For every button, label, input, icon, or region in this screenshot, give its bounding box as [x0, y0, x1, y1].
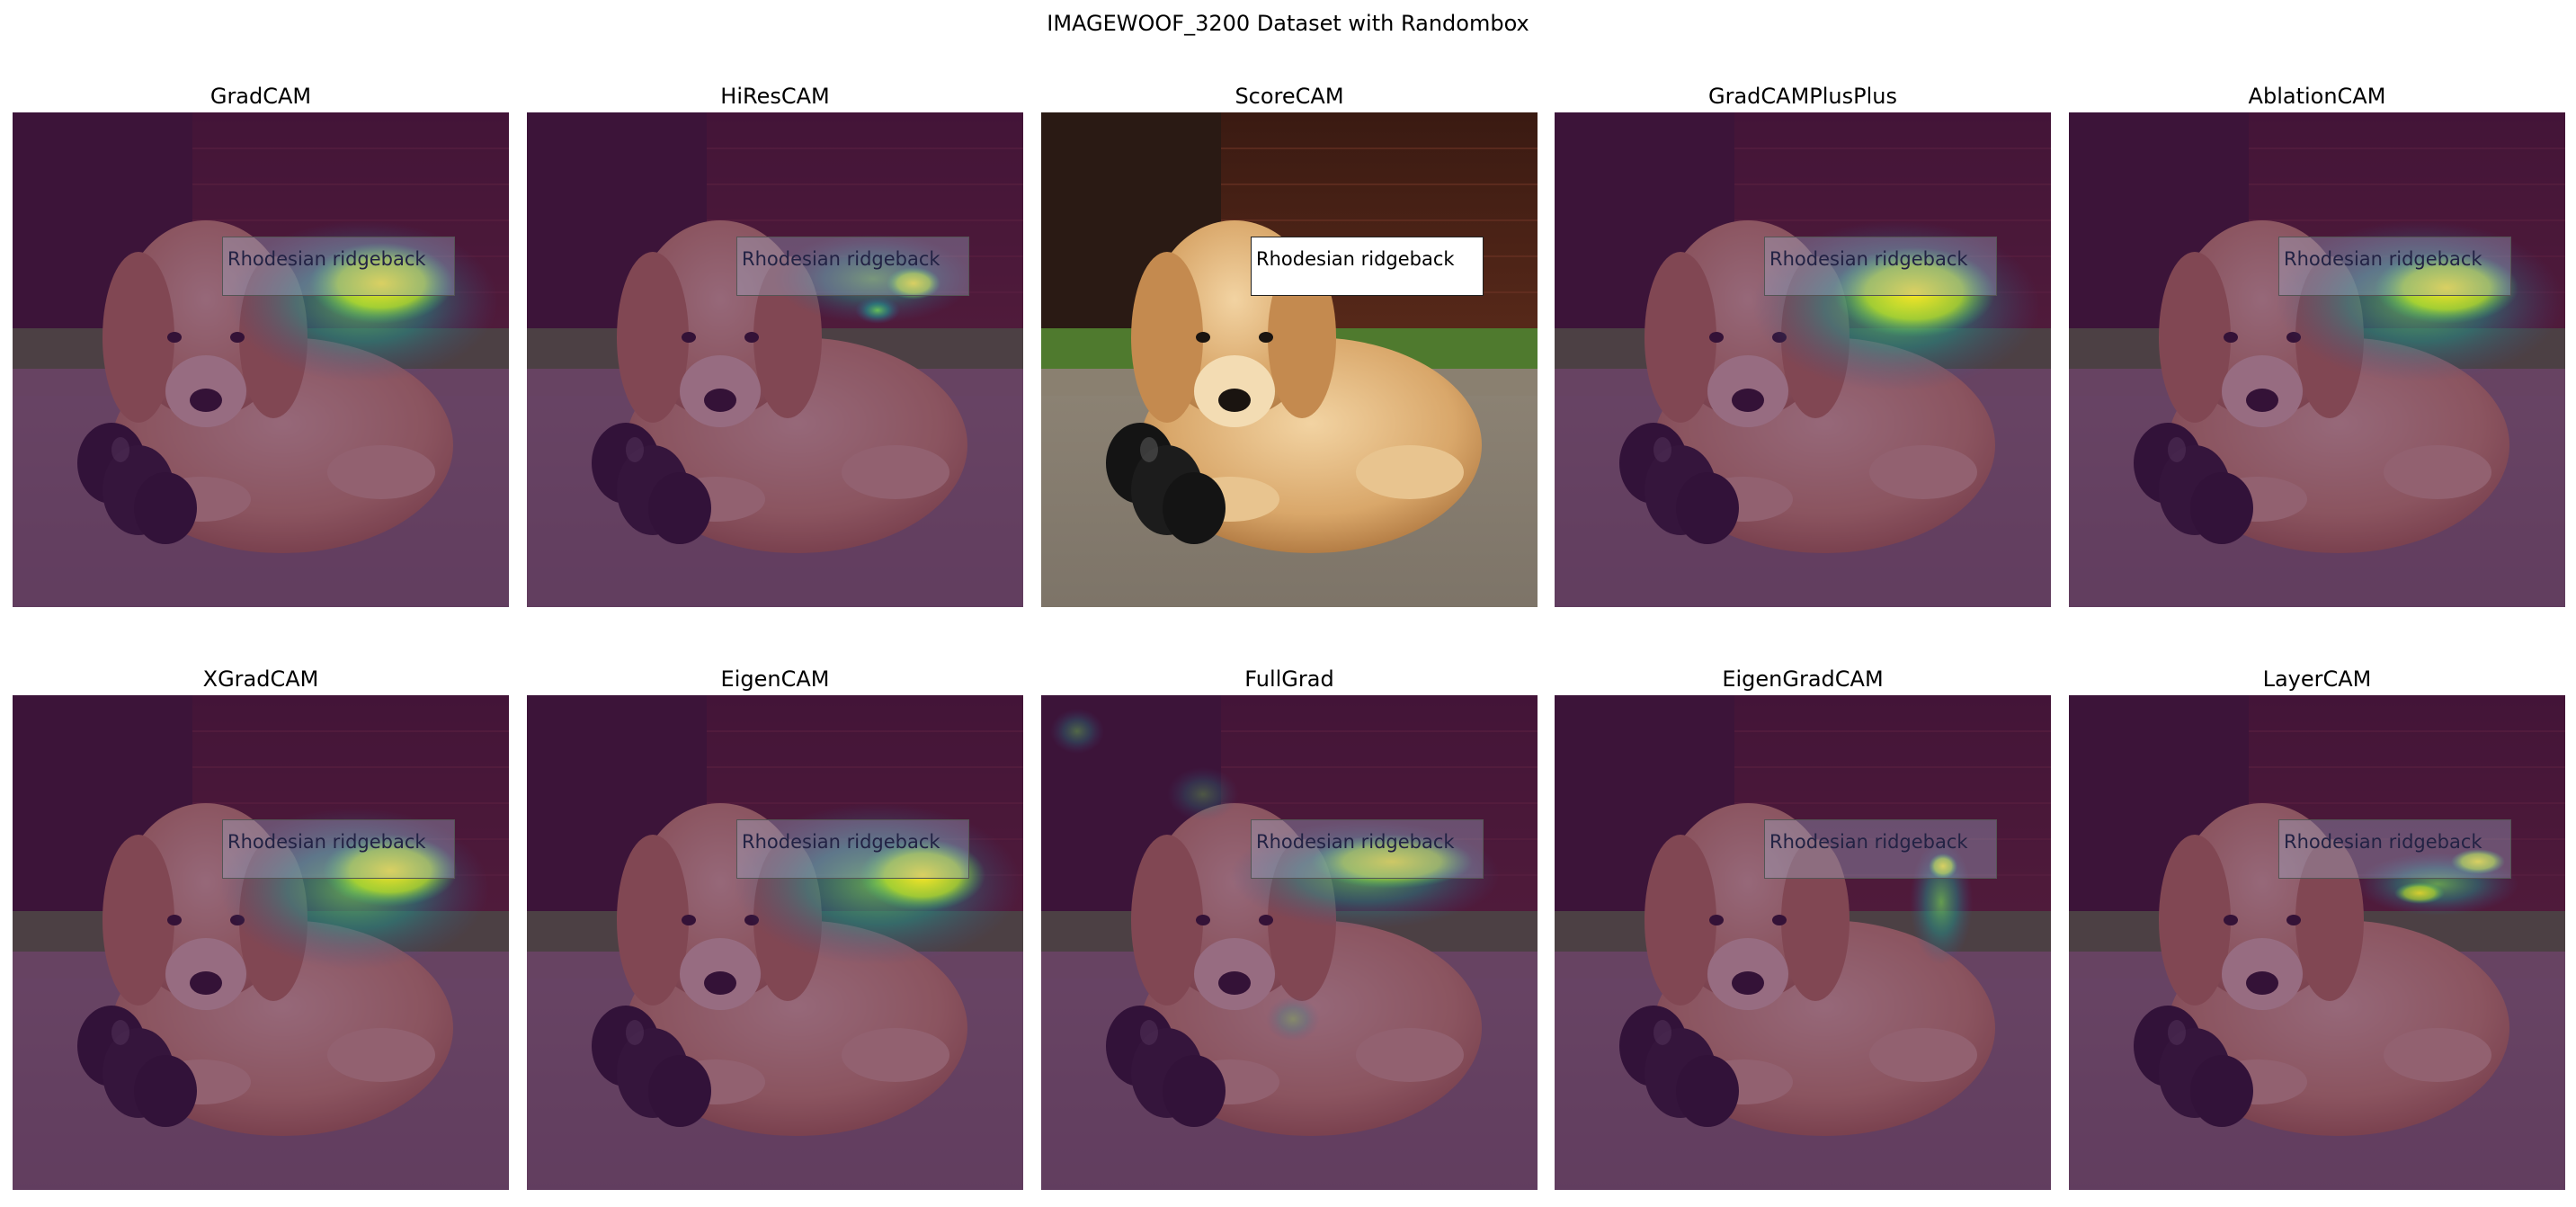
panel-layercam: LayerCAM Rhodesian ridgeback [2069, 666, 2565, 1190]
randombox-label: Rhodesian ridgeback [1251, 237, 1484, 296]
panel-eigencam: EigenCAM Rhodesian ridgeback [527, 666, 1023, 1190]
heatmap-image: Rhodesian ridgeback [1041, 695, 1538, 1190]
original-image: Rhodesian ridgeback [1041, 112, 1538, 607]
panel-xgradcam: XGradCAM Rhodesian ridgeback [13, 666, 509, 1190]
panel-title: GradCAM [209, 84, 312, 109]
heatmap-image: Rhodesian ridgeback [13, 695, 509, 1190]
heatmap-image: Rhodesian ridgeback [2069, 112, 2565, 607]
randombox-label: Rhodesian ridgeback [1764, 237, 1997, 296]
panel-title: LayerCAM [2262, 666, 2372, 692]
panel-eigengradcam: EigenGradCAM Rhodesian ridgeback [1555, 666, 2051, 1190]
randombox-label: Rhodesian ridgeback [736, 819, 969, 879]
panel-fullgrad: FullGrad Rhodesian ridgeback [1041, 666, 1538, 1190]
panel-title: EigenCAM [720, 666, 830, 692]
heatmap-image: Rhodesian ridgeback [1555, 695, 2051, 1190]
randombox-label: Rhodesian ridgeback [222, 819, 455, 879]
heatmap-image: Rhodesian ridgeback [2069, 695, 2565, 1190]
heatmap-image: Rhodesian ridgeback [13, 112, 509, 607]
heatmap-image: Rhodesian ridgeback [527, 112, 1023, 607]
randombox-label: Rhodesian ridgeback [222, 237, 455, 296]
panel-title: FullGrad [1244, 666, 1334, 692]
panel-title: EigenGradCAM [1722, 666, 1884, 692]
panel-title: ScoreCAM [1235, 84, 1344, 109]
panel-scorecam: ScoreCAM Rhodesian ridgeback [1041, 83, 1538, 607]
panel-hirescam: HiResCAM Rhodesian ridgeback [527, 83, 1023, 607]
randombox-label: Rhodesian ridgeback [736, 237, 969, 296]
panel-title: GradCAMPlusPlus [1708, 84, 1897, 109]
panel-title: AblationCAM [2248, 84, 2386, 109]
randombox-label: Rhodesian ridgeback [2278, 819, 2511, 879]
panel-title: HiResCAM [720, 84, 830, 109]
heatmap-image: Rhodesian ridgeback [527, 695, 1023, 1190]
randombox-label: Rhodesian ridgeback [1764, 819, 1997, 879]
figure-title: IMAGEWOOF_3200 Dataset with Randombox [1047, 11, 1529, 36]
panel-gradcam: GradCAM Rhodesian ridgeback [13, 83, 509, 607]
panel-gradcamplusplus: GradCAMPlusPlus Rhodesian ridgeback [1555, 83, 2051, 607]
panel-ablationcam: AblationCAM Rhodesian ridgeback [2069, 83, 2565, 607]
randombox-label: Rhodesian ridgeback [1251, 819, 1484, 879]
randombox-label: Rhodesian ridgeback [2278, 237, 2511, 296]
panel-title: XGradCAM [202, 666, 319, 692]
heatmap-image: Rhodesian ridgeback [1555, 112, 2051, 607]
